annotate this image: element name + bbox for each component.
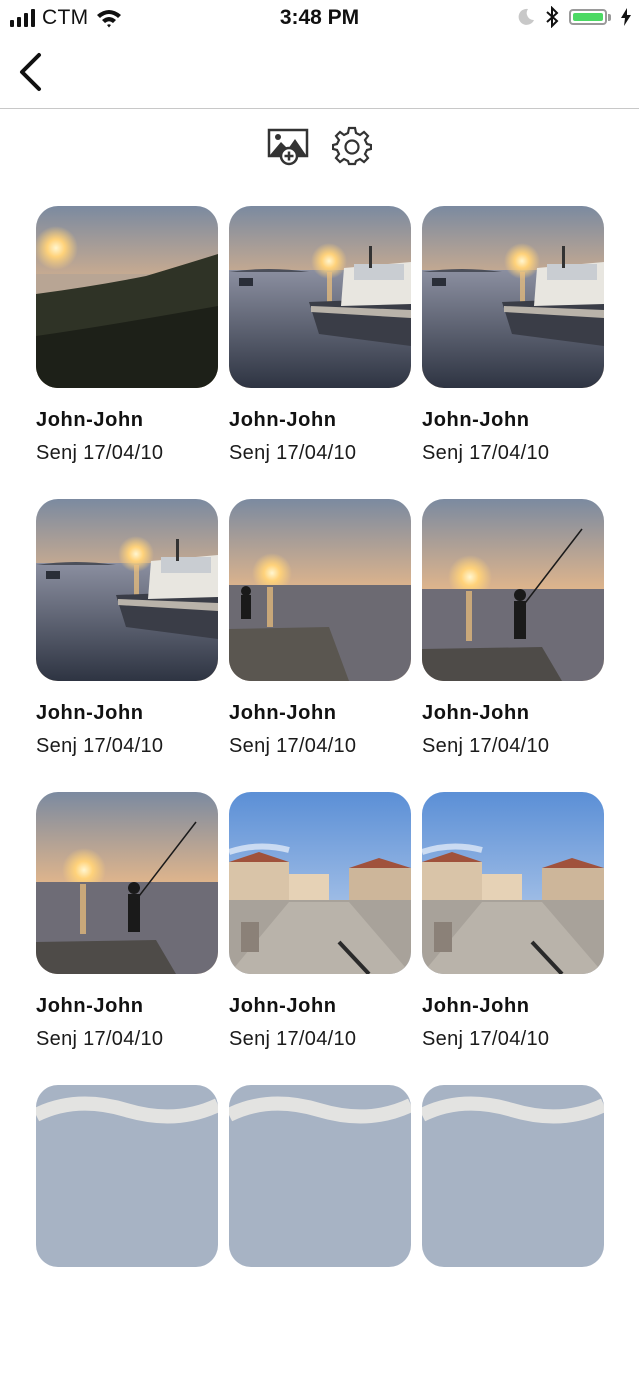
photo-thumbnail[interactable] [229,499,411,681]
photo-location-date: Senj 17/04/10 [229,1028,357,1050]
photo-card[interactable]: John-John Senj 17/04/10 [229,792,411,1085]
photo-card[interactable]: John-John Senj 17/04/10 [422,792,604,1085]
add-photo-button[interactable] [267,126,311,166]
photo-location-date [36,1320,218,1344]
photo-location-date [422,1320,604,1344]
chevron-left-icon [20,53,41,91]
photo-card[interactable]: John-John Senj 17/04/10 [229,499,411,792]
photo-title: John-John [36,995,144,1017]
photo-card[interactable]: John-John Senj 17/04/10 [36,792,218,1085]
photo-card[interactable] [229,1085,411,1378]
photo-location-date: Senj 17/04/10 [229,442,357,464]
photo-title: John-John [422,995,530,1017]
photo-title: John-John [229,702,337,724]
photo-location-date: Senj 17/04/10 [422,442,550,464]
photo-thumbnail[interactable] [422,1085,604,1267]
photo-thumbnail[interactable] [229,206,411,388]
photo-thumbnail[interactable] [36,1085,218,1267]
navigation-bar [0,36,639,109]
status-bar: CTM 3:48 PM [0,0,639,36]
battery-icon [569,9,611,25]
photo-location-date: Senj 17/04/10 [36,442,164,464]
photo-location-date: Senj 17/04/10 [422,735,550,757]
toolbar [0,124,639,168]
photo-title: John-John [422,409,530,431]
photo-title: John-John [229,409,337,431]
photo-title: John-John [229,995,337,1017]
photo-title [229,1287,411,1311]
photo-title: John-John [36,702,144,724]
photo-thumbnail[interactable] [36,499,218,681]
photo-card[interactable]: John-John Senj 17/04/10 [422,499,604,792]
photo-card[interactable] [422,1085,604,1378]
photo-location-date: Senj 17/04/10 [229,735,357,757]
back-button[interactable] [12,50,48,94]
charging-icon [621,8,631,26]
photo-thumbnail[interactable] [36,206,218,388]
photo-card[interactable]: John-John Senj 17/04/10 [36,499,218,792]
photo-thumbnail[interactable] [229,1085,411,1267]
photo-card[interactable]: John-John Senj 17/04/10 [229,206,411,499]
photo-thumbnail[interactable] [422,206,604,388]
photo-location-date: Senj 17/04/10 [422,1028,550,1050]
photo-title: John-John [422,702,530,724]
photo-location-date: Senj 17/04/10 [36,735,164,757]
photo-thumbnail[interactable] [36,792,218,974]
photo-card[interactable] [36,1085,218,1378]
moon-icon [518,8,534,25]
photo-thumbnail[interactable] [422,499,604,681]
photo-grid: John-John Senj 17/04/10 John-John Senj 17/… [36,206,604,1378]
photo-title [36,1287,218,1311]
gear-icon [331,126,373,166]
photo-thumbnail[interactable] [229,792,411,974]
photo-title [422,1287,604,1311]
photo-card[interactable]: John-John Senj 17/04/10 [36,206,218,499]
photo-thumbnail[interactable] [422,792,604,974]
add-photo-icon [267,128,309,166]
settings-button[interactable] [331,126,373,166]
photo-title: John-John [36,409,144,431]
photo-location-date: Senj 17/04/10 [36,1028,164,1050]
photo-location-date [229,1320,411,1344]
photo-card[interactable]: John-John Senj 17/04/10 [422,206,604,499]
bluetooth-icon [546,6,559,28]
